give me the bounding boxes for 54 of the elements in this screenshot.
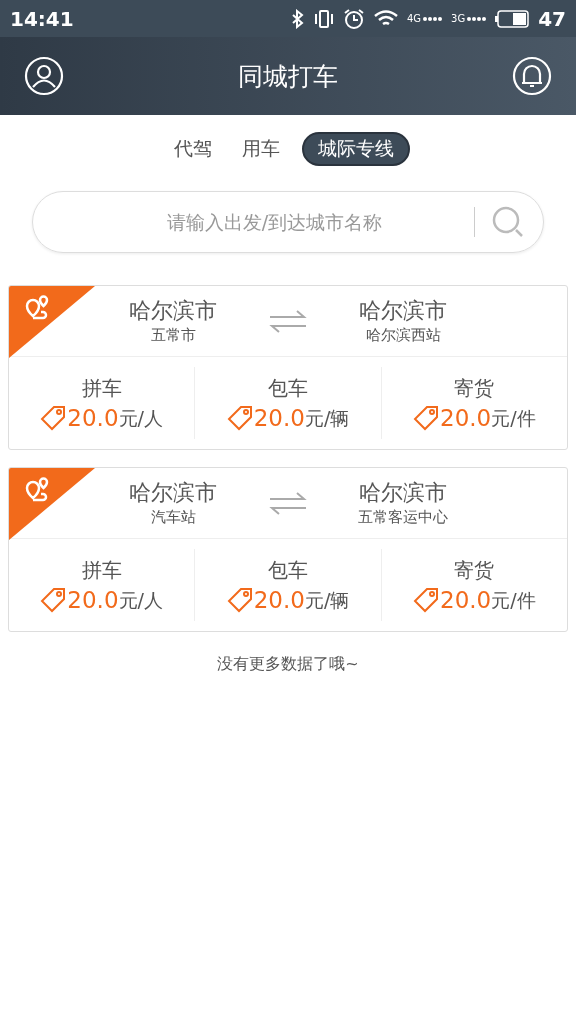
route-pin-icon	[25, 295, 49, 320]
service-name: 拼车	[81, 557, 122, 584]
price-tag-icon	[413, 587, 439, 613]
service-name: 包车	[268, 557, 308, 584]
page-title: 同城打车	[238, 60, 338, 93]
bell-icon[interactable]	[512, 56, 552, 96]
price-amount: 20.0	[253, 404, 305, 433]
city-name: 哈尔滨市	[129, 297, 217, 325]
price-unit: 元/辆	[304, 406, 350, 431]
service-name: 寄货	[454, 375, 495, 402]
price-tag-icon	[40, 587, 67, 613]
price-unit: 元/人	[118, 406, 163, 431]
wifi-icon	[373, 9, 398, 28]
price-tag-icon	[226, 587, 253, 613]
profile-icon[interactable]	[24, 56, 64, 96]
bluetooth-icon	[290, 8, 305, 29]
battery-level: 47	[538, 6, 566, 31]
route-pin-icon	[25, 477, 49, 502]
tab[interactable]: 代驾	[166, 132, 220, 166]
price-amount: 20.0	[253, 586, 305, 615]
price-unit: 元/人	[118, 588, 163, 613]
station-name: 五常客运中心	[358, 507, 448, 527]
signal-dots-icon	[422, 15, 443, 22]
price-unit: 元/辆	[304, 588, 350, 613]
network-type: 3G	[451, 13, 466, 24]
price-unit: 元/件	[491, 588, 536, 613]
price-amount: 20.0	[440, 404, 492, 433]
tab[interactable]: 用车	[234, 132, 288, 166]
price-amount: 20.0	[440, 586, 492, 615]
tab[interactable]: 城际专线	[302, 132, 410, 166]
network-type: 4G	[406, 13, 422, 24]
battery-icon	[495, 9, 530, 28]
price-unit: 元/件	[491, 406, 536, 431]
city-name: 哈尔滨市	[129, 479, 217, 507]
vibrate-icon	[313, 8, 334, 29]
price-tag-icon	[40, 405, 67, 431]
city-name: 哈尔滨市	[359, 297, 447, 325]
service-name: 寄货	[454, 557, 495, 584]
service-name: 拼车	[81, 375, 122, 402]
price-tag-icon	[226, 405, 253, 431]
clock-time: 14:41	[10, 6, 74, 31]
price-amount: 20.0	[67, 404, 119, 433]
station-name: 汽车站	[150, 507, 196, 527]
end-of-list-text: 没有更多数据了哦~	[216, 654, 360, 675]
search-icon[interactable]	[491, 205, 525, 239]
price-tag-icon	[413, 405, 439, 431]
price-amount: 20.0	[67, 586, 119, 615]
alarm-clock-icon	[342, 7, 365, 30]
search-field[interactable]: 请输入出发/到达城市名称	[33, 210, 458, 234]
station-name: 哈尔滨西站	[365, 325, 441, 345]
city-name: 哈尔滨市	[359, 479, 447, 507]
service-name: 包车	[268, 375, 308, 402]
station-name: 五常市	[150, 325, 196, 345]
signal-dots-icon	[466, 15, 487, 22]
